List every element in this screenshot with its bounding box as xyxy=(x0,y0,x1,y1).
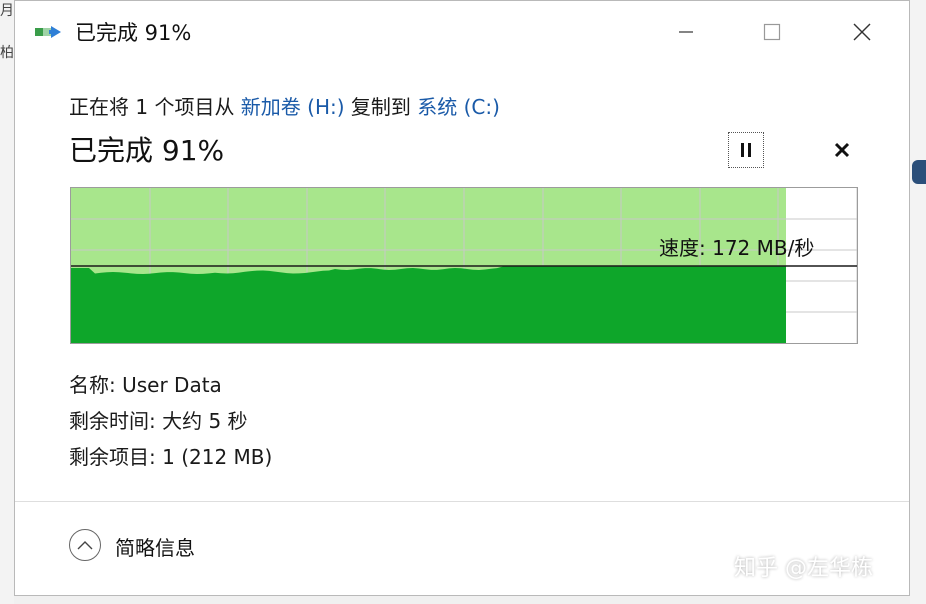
cancel-button[interactable] xyxy=(827,135,857,165)
close-icon xyxy=(834,142,850,158)
progress-status: 已完成 91% xyxy=(69,134,225,167)
background-window-right xyxy=(910,0,926,604)
copy-progress-dialog: 已完成 91% 正在将 1 个项目从 新加卷 (H:) 复制到 系统 (C:) … xyxy=(14,0,910,596)
background-widget xyxy=(912,160,926,184)
name-label: 名称: xyxy=(69,373,123,397)
speed-graph: 速度: 172 MB/秒 xyxy=(70,187,858,344)
time-label: 剩余时间: xyxy=(69,409,163,433)
items-value: 1 (212 MB) xyxy=(162,445,273,469)
source-link[interactable]: 新加卷 (H:) xyxy=(241,95,345,119)
maximize-icon xyxy=(763,23,781,41)
background-text: 月 xyxy=(0,3,14,19)
name-value: User Data xyxy=(122,373,222,397)
pause-icon xyxy=(741,143,751,157)
copy-description: 正在将 1 个项目从 新加卷 (H:) 复制到 系统 (C:) xyxy=(69,91,500,120)
less-details-label[interactable]: 简略信息 xyxy=(115,532,195,561)
chevron-up-icon xyxy=(77,541,93,550)
items-label: 剩余项目: xyxy=(69,445,163,469)
time-value: 大约 5 秒 xyxy=(162,409,248,433)
close-icon xyxy=(853,23,871,41)
pause-button[interactable] xyxy=(728,132,764,168)
destination-link[interactable]: 系统 (C:) xyxy=(417,95,500,119)
speed-label: 速度: 172 MB/秒 xyxy=(659,236,815,260)
throughput-area xyxy=(71,266,786,343)
minimize-icon xyxy=(679,31,693,33)
watermark: 知乎 @左华栋 xyxy=(734,556,873,581)
minimize-button[interactable] xyxy=(655,1,717,63)
less-details-button[interactable] xyxy=(69,529,101,561)
detail-time-remaining: 剩余时间: 大约 5 秒 xyxy=(69,405,248,434)
title-bar[interactable]: 已完成 91% xyxy=(15,1,909,63)
window-title: 已完成 91% xyxy=(75,21,192,45)
background-window-left: 月 柏 xyxy=(0,0,14,604)
copy-middle: 复制到 xyxy=(344,95,418,119)
background-text: 柏 xyxy=(0,45,14,61)
divider xyxy=(15,501,909,502)
close-button[interactable] xyxy=(831,1,893,63)
detail-name: 名称: User Data xyxy=(69,369,222,398)
maximize-button[interactable] xyxy=(741,1,803,63)
copy-prefix: 正在将 1 个项目从 xyxy=(69,95,241,119)
detail-items-remaining: 剩余项目: 1 (212 MB) xyxy=(69,441,272,470)
file-copy-icon xyxy=(35,21,65,43)
